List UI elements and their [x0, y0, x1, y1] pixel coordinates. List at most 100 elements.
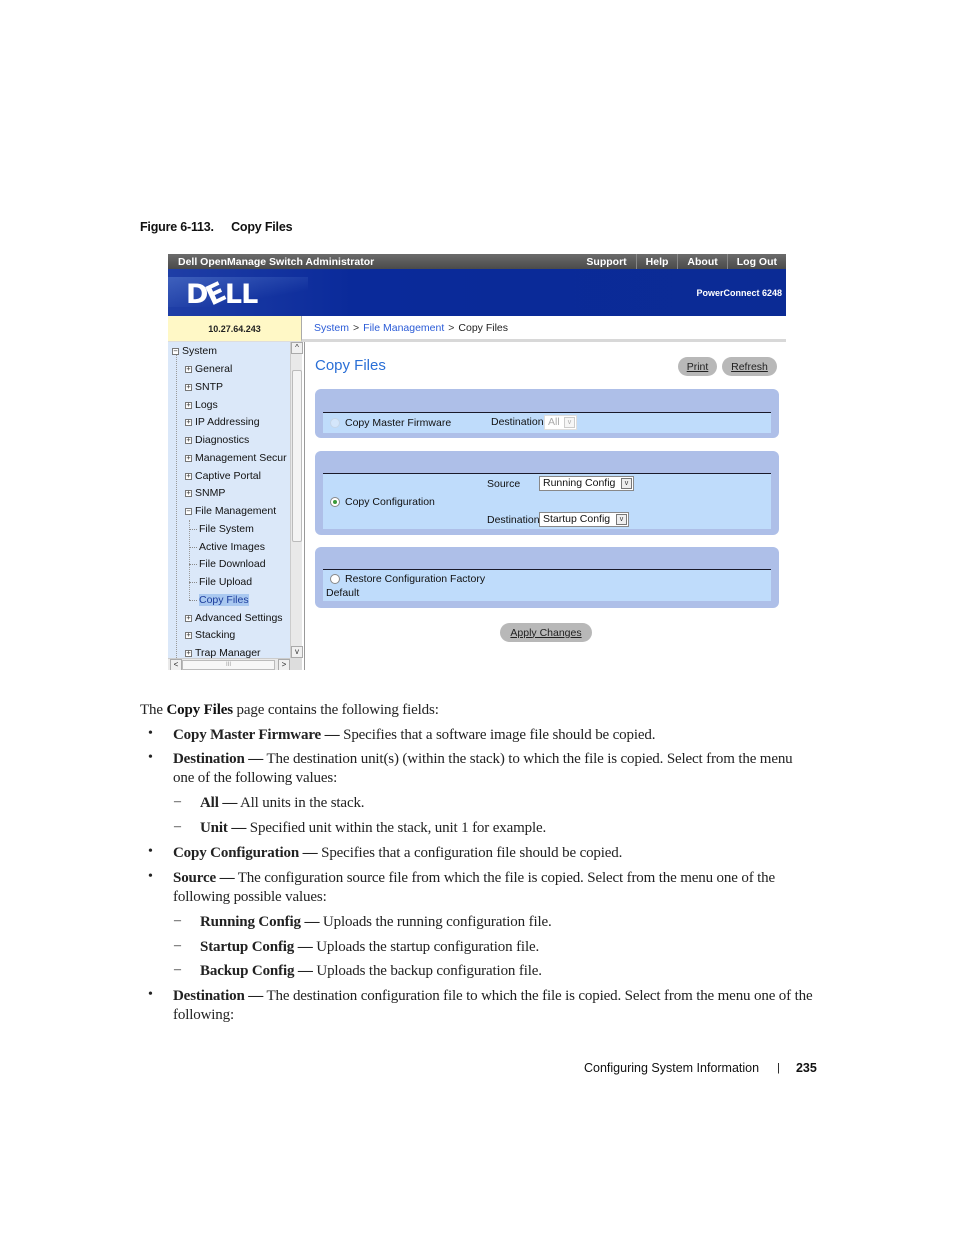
collapse-icon[interactable]: − [172, 347, 179, 355]
tree-item-logs[interactable]: + Logs [185, 399, 218, 411]
help-link[interactable]: Help [635, 254, 678, 269]
ip-address: 10.27.64.243 [168, 316, 301, 342]
tree-item-copy-files[interactable]: Copy Files [189, 594, 249, 606]
value-running-config: Running Config — Uploads the running con… [200, 914, 552, 930]
tree-item-management-security[interactable]: + Management Secur [185, 452, 287, 464]
tree-item-file-upload[interactable]: File Upload [189, 576, 252, 588]
page-title: Copy Files [315, 357, 386, 374]
support-link[interactable]: Support [577, 254, 635, 269]
breadcrumb-file-management[interactable]: File Management [363, 322, 444, 334]
restore-row: Restore Configuration Factory Default [323, 569, 771, 601]
value-unit: Unit — Specified unit within the stack, … [200, 820, 547, 836]
main-content: Copy Files Print Refresh Copy Master Fir… [304, 342, 786, 670]
top-bar: Dell OpenManage Switch Administrator Sup… [168, 254, 786, 269]
tree-item-ip-addressing[interactable]: + IP Addressing [185, 416, 260, 428]
restore-factory-label: Restore Configuration Factory [345, 573, 486, 585]
dash-icon: – [174, 938, 181, 953]
copy-firmware-radio[interactable] [330, 418, 340, 428]
source-label: Source [487, 478, 521, 490]
footer-divider: | [777, 1062, 780, 1074]
firmware-destination-select[interactable]: All v [544, 415, 577, 430]
field-copy-master-firmware: Copy Master Firmware — Specifies that a … [173, 727, 656, 743]
page-footer: Configuring System Information | 235 [584, 1061, 817, 1075]
tree-item-file-download[interactable]: File Download [189, 558, 266, 570]
scroll-grip-icon[interactable]: III [182, 660, 275, 670]
config-destination-select[interactable]: Startup Config v [539, 512, 629, 527]
expand-icon[interactable]: + [185, 472, 192, 480]
figure-caption: Figure 6-113. Copy Files [140, 220, 293, 234]
firmware-destination-label: Destination [491, 416, 544, 428]
scroll-corner [290, 658, 302, 670]
top-links: Support Help About Log Out [577, 254, 786, 269]
dash-icon: – [174, 794, 181, 809]
print-button[interactable]: Print [678, 357, 717, 376]
sidebar-horizontal-scrollbar[interactable]: < III > [168, 658, 290, 670]
copy-firmware-label: Copy Master Firmware [345, 417, 452, 429]
tree-item-snmp[interactable]: + SNMP [185, 487, 225, 499]
restore-factory-radio[interactable] [330, 574, 340, 584]
app-title: Dell OpenManage Switch Administrator [178, 255, 375, 268]
expand-icon[interactable]: + [185, 383, 192, 391]
tree-item-active-images[interactable]: Active Images [189, 541, 265, 553]
breadcrumb-separator: > [353, 321, 360, 334]
refresh-button[interactable]: Refresh [722, 357, 777, 376]
tree-item-file-system[interactable]: File System [189, 523, 254, 535]
tree-item-trap-manager[interactable]: + Trap Manager [185, 647, 261, 658]
scroll-up-icon[interactable]: ^ [291, 342, 303, 354]
expand-icon[interactable]: + [185, 365, 192, 373]
copy-configuration-label: Copy Configuration [345, 496, 435, 508]
tree-item-general[interactable]: + General [185, 363, 232, 375]
scroll-left-icon[interactable]: < [170, 659, 182, 670]
tree-item-advanced-settings[interactable]: + Advanced Settings [185, 612, 283, 624]
expand-icon[interactable]: + [185, 436, 192, 444]
field-source: Source — The configuration source file f… [173, 870, 776, 905]
logout-link[interactable]: Log Out [726, 254, 786, 269]
about-link[interactable]: About [677, 254, 726, 269]
expand-icon[interactable]: + [185, 401, 192, 409]
expand-icon[interactable]: + [185, 614, 192, 622]
tree-item-file-management[interactable]: − File Management [185, 505, 276, 517]
dell-logo: DELL [186, 276, 258, 313]
scroll-right-icon[interactable]: > [278, 659, 290, 670]
bullet-icon: • [148, 869, 153, 884]
expand-icon[interactable]: + [185, 649, 192, 657]
breadcrumb-system[interactable]: System [314, 322, 349, 334]
expand-icon[interactable]: + [185, 454, 192, 462]
tree-line [176, 352, 177, 658]
config-row: Source Running Config v Copy Configurati… [323, 473, 771, 529]
bullet-icon: • [148, 844, 153, 859]
expand-icon[interactable]: + [185, 489, 192, 497]
sidebar-tree: − System + General + SNTP + Logs + IP Address… [168, 342, 290, 658]
tree-item-sntp[interactable]: + SNTP [185, 381, 223, 393]
value-all: All — All units in the stack. [200, 795, 365, 811]
expand-icon[interactable]: + [185, 418, 192, 426]
firmware-row: Copy Master Firmware Destination All v [323, 412, 771, 433]
breadcrumb-separator: > [448, 321, 455, 334]
sidebar-vertical-scrollbar[interactable]: ^ v [290, 342, 303, 658]
source-select[interactable]: Running Config v [539, 476, 634, 491]
chevron-down-icon: v [564, 417, 575, 428]
firmware-panel: Copy Master Firmware Destination All v [315, 389, 779, 438]
copy-configuration-radio[interactable] [330, 497, 340, 507]
field-copy-configuration: Copy Configuration — Specifies that a co… [173, 845, 623, 861]
page-number: 235 [795, 1061, 817, 1075]
tree-item-diagnostics[interactable]: + Diagnostics [185, 434, 249, 446]
banner: DELL PowerConnect 6248 [168, 269, 786, 316]
config-destination-label: Destination [487, 514, 540, 526]
dash-icon: – [174, 962, 181, 977]
footer-section: Configuring System Information [584, 1061, 760, 1075]
tree-item-stacking[interactable]: + Stacking [185, 629, 235, 641]
tree-item-captive-portal[interactable]: + Captive Portal [185, 470, 261, 482]
field-destination-unit: Destination — The destination unit(s) (w… [173, 751, 793, 786]
breadcrumb: System > File Management > Copy Files [301, 316, 786, 342]
apply-changes-button[interactable]: Apply Changes [500, 623, 592, 642]
figure-number: Figure 6-113. [140, 220, 214, 234]
expand-icon[interactable]: + [185, 631, 192, 639]
scroll-thumb[interactable] [292, 370, 302, 542]
tree-item-system[interactable]: − System [172, 345, 217, 357]
scroll-down-icon[interactable]: v [291, 646, 303, 658]
bullet-icon: • [148, 987, 153, 1002]
chevron-down-icon: v [616, 514, 627, 525]
product-name: PowerConnect 6248 [696, 288, 782, 298]
collapse-icon[interactable]: − [185, 507, 192, 515]
